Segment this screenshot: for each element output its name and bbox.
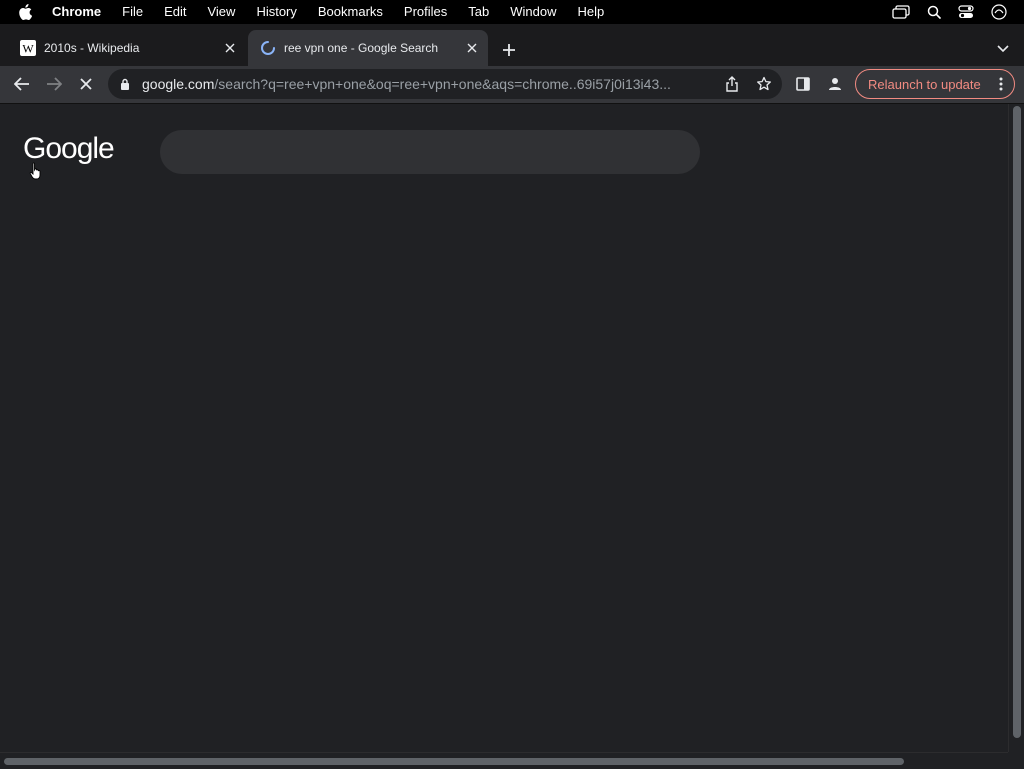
- apple-logo-icon[interactable]: [18, 4, 34, 20]
- chevron-down-icon: [997, 45, 1009, 53]
- menu-file[interactable]: File: [122, 0, 143, 24]
- close-tab-icon[interactable]: [464, 40, 480, 56]
- menu-tab[interactable]: Tab: [468, 0, 489, 24]
- url-text: google.com/search?q=ree+vpn+one&oq=ree+v…: [142, 76, 708, 92]
- menu-bar-status-area: [892, 0, 1024, 24]
- horizontal-scrollbar-thumb[interactable]: [4, 758, 904, 765]
- profile-avatar-icon: [829, 78, 841, 90]
- tab-search-button[interactable]: [994, 40, 1012, 58]
- new-tab-button[interactable]: [499, 40, 519, 60]
- vertical-scrollbar[interactable]: [1008, 104, 1024, 752]
- relaunch-to-update-button[interactable]: Relaunch to update: [855, 69, 1015, 99]
- menu-bookmarks[interactable]: Bookmarks: [318, 0, 383, 24]
- side-panel-button[interactable]: [793, 74, 813, 94]
- menu-profiles[interactable]: Profiles: [404, 0, 447, 24]
- address-bar[interactable]: google.com/search?q=ree+vpn+one&oq=ree+v…: [108, 69, 782, 99]
- close-tab-icon[interactable]: [222, 40, 238, 56]
- tab-google-search[interactable]: ree vpn one - Google Search: [248, 30, 488, 66]
- menu-chrome[interactable]: Chrome: [52, 0, 101, 24]
- url-path: /search?q=ree+vpn+one&oq=ree+vpn+one&aqs…: [214, 76, 671, 92]
- horizontal-scrollbar[interactable]: [0, 752, 1008, 769]
- bookmark-star-icon[interactable]: [756, 76, 772, 92]
- browser-toolbar: google.com/search?q=ree+vpn+one&oq=ree+v…: [0, 66, 1024, 104]
- arrow-left-icon: [14, 77, 29, 91]
- hand-pointer-cursor-icon: [29, 162, 41, 180]
- profile-button[interactable]: [825, 74, 845, 94]
- control-center-icon[interactable]: [958, 5, 974, 19]
- menu-edit[interactable]: Edit: [164, 0, 186, 24]
- more-menu-icon[interactable]: [996, 76, 1006, 92]
- macos-menu-bar: Chrome File Edit View History Bookmarks …: [0, 0, 1024, 24]
- screen-mirroring-icon[interactable]: [892, 5, 910, 19]
- close-icon: [80, 78, 92, 90]
- back-button[interactable]: [12, 74, 32, 94]
- siri-icon[interactable]: [991, 4, 1007, 20]
- forward-button[interactable]: [44, 74, 64, 94]
- menu-history[interactable]: History: [256, 0, 296, 24]
- tab-strip: W 2010s - Wikipedia ree vpn one - Google…: [0, 24, 1024, 66]
- vertical-scrollbar-thumb[interactable]: [1013, 106, 1021, 738]
- wikipedia-w-icon: W: [20, 40, 36, 56]
- menu-window[interactable]: Window: [510, 0, 556, 24]
- menu-view[interactable]: View: [207, 0, 235, 24]
- plus-icon: [503, 44, 515, 56]
- url-host: google.com: [142, 76, 215, 92]
- arrow-right-icon: [47, 77, 62, 91]
- share-icon[interactable]: [724, 76, 740, 92]
- google-logo[interactable]: Google: [23, 132, 115, 166]
- menu-help[interactable]: Help: [578, 0, 605, 24]
- side-panel-icon: [796, 77, 810, 91]
- scrollbar-corner: [1008, 752, 1024, 768]
- tab-wikipedia[interactable]: W 2010s - Wikipedia: [8, 30, 246, 66]
- page-content: Google: [0, 104, 1008, 752]
- svg-text:W: W: [22, 42, 34, 56]
- search-input[interactable]: [160, 130, 700, 174]
- spotlight-search-icon[interactable]: [927, 5, 941, 19]
- tab-title: ree vpn one - Google Search: [284, 41, 439, 55]
- relaunch-label: Relaunch to update: [868, 76, 981, 92]
- tab-title: 2010s - Wikipedia: [44, 41, 140, 55]
- lock-icon[interactable]: [120, 77, 132, 91]
- loading-spinner-icon: [260, 40, 276, 56]
- stop-loading-button[interactable]: [76, 74, 96, 94]
